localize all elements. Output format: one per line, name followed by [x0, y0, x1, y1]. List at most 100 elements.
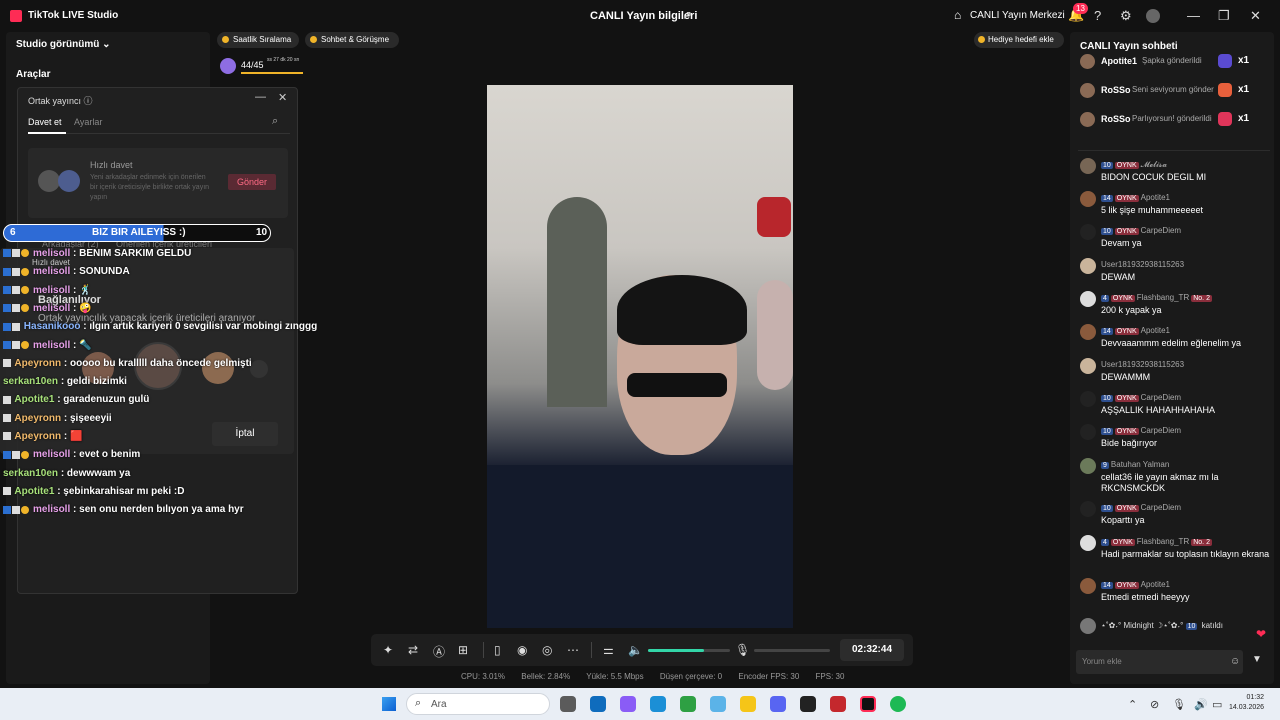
translate-icon[interactable]: ⇄	[408, 643, 418, 657]
volume-tray-icon[interactable]: 🔊	[1194, 698, 1208, 711]
chat-username[interactable]: melisoll	[33, 266, 70, 277]
chat-username[interactable]: melisoll	[33, 285, 70, 296]
video-preview[interactable]	[487, 85, 793, 628]
chat-username[interactable]: melisoll	[33, 340, 70, 351]
chat-username[interactable]: CarpeDiem	[1141, 393, 1181, 402]
discord-icon[interactable]	[770, 696, 786, 712]
cancel-button[interactable]: İptal	[212, 422, 278, 446]
mic-slider[interactable]	[754, 649, 830, 652]
settings-app-icon[interactable]	[710, 696, 726, 712]
more-icon[interactable]: ⋯	[567, 643, 579, 657]
chevron-up-icon[interactable]: ⌃	[1128, 698, 1137, 711]
tiktok-studio-icon[interactable]	[860, 696, 876, 712]
gift-goal-button[interactable]: Hediye hedefi ekle	[974, 32, 1064, 48]
avatar[interactable]	[1080, 324, 1096, 340]
edge-icon[interactable]	[650, 696, 666, 712]
chat-username[interactable]: CarpeDiem	[1141, 503, 1181, 512]
chat-username[interactable]: Apotite1	[14, 394, 54, 405]
ai-icon[interactable]: Ⓐ	[433, 643, 445, 660]
avatar[interactable]	[1080, 291, 1096, 307]
avatar[interactable]	[1080, 578, 1096, 594]
chat-username[interactable]: melisoll	[33, 303, 70, 314]
avatar[interactable]	[1080, 224, 1096, 240]
chat-username[interactable]: Batuhan Yalman	[1111, 460, 1169, 469]
gift-user[interactable]: RoSSo	[1101, 85, 1131, 95]
chat-username[interactable]: CarpeDiem	[1141, 426, 1181, 435]
search-icon[interactable]: ⌕	[272, 115, 278, 128]
copilot-icon[interactable]	[620, 696, 636, 712]
battery-icon[interactable]: ▭	[1212, 698, 1222, 711]
chat-username[interactable]: Apotite1	[1141, 326, 1170, 335]
spotify-icon[interactable]	[890, 696, 906, 712]
chat-username[interactable]: Hasanikooo	[24, 321, 81, 332]
chat-username[interactable]: 𝓜𝓮𝓵𝓲𝓼𝓪	[1141, 160, 1167, 169]
comment-input[interactable]: Yorum ekle	[1076, 650, 1243, 674]
chat-username[interactable]: CarpeDiem	[1141, 226, 1181, 235]
chat-username[interactable]: User181932938115263	[1101, 260, 1184, 269]
gift-user[interactable]: Apotite1	[1101, 56, 1137, 66]
record-icon[interactable]: ◉	[517, 643, 527, 657]
chat-username[interactable]: Apotite1	[14, 486, 54, 497]
avatar[interactable]	[1080, 191, 1096, 207]
chat-text: : 🔦	[73, 339, 92, 351]
chat-username[interactable]: melisoll	[33, 504, 70, 515]
minimize-icon[interactable]: —	[1187, 8, 1200, 23]
avatar[interactable]	[1080, 535, 1096, 551]
chat-username[interactable]: User181932938115263	[1101, 360, 1184, 369]
chat-meet-button[interactable]: Sohbet & Görüşme	[305, 32, 399, 48]
avatar[interactable]	[1080, 258, 1096, 274]
camera-effect-icon[interactable]: ◎	[542, 643, 552, 657]
chat-username[interactable]: Apeyronn	[14, 431, 61, 442]
chat-username[interactable]: Apeyronn	[14, 413, 61, 424]
windows-start-icon[interactable]	[382, 697, 396, 711]
microphone-icon[interactable]: 🎙	[735, 643, 750, 657]
close-icon[interactable]: ✕	[1250, 8, 1261, 24]
help-icon[interactable]: ?	[1094, 8, 1101, 23]
maximize-icon[interactable]: ❐	[1218, 8, 1230, 24]
speaker-icon[interactable]: 🔈	[628, 643, 643, 657]
taskbar-search[interactable]: ⌕ Ara	[406, 693, 550, 715]
clock[interactable]: 01:32 14.03.2026	[1229, 693, 1264, 713]
outlook-icon[interactable]	[590, 696, 606, 712]
chat-username[interactable]: melisoll	[33, 248, 70, 259]
chat-username[interactable]: melisoll	[33, 449, 70, 460]
tab-invite[interactable]: Davet et	[28, 117, 62, 127]
avatar[interactable]	[1146, 9, 1160, 23]
chat-username[interactable]: serkan10en	[3, 468, 58, 479]
avatar[interactable]	[1080, 358, 1096, 374]
media-player-icon[interactable]	[830, 696, 846, 712]
obs-icon[interactable]	[800, 696, 816, 712]
task-view-icon[interactable]	[560, 696, 576, 712]
file-explorer-icon[interactable]	[740, 696, 756, 712]
microphone-tray-icon[interactable]: 🎙	[1172, 698, 1186, 711]
magic-icon[interactable]: ✦	[383, 643, 393, 657]
avatar[interactable]	[1080, 501, 1096, 517]
chat-username[interactable]: Apotite1	[1141, 580, 1170, 589]
filter-icon[interactable]: ▼	[1252, 654, 1262, 665]
chat-username[interactable]: Flashbang_TR	[1137, 537, 1189, 546]
share-icon[interactable]: ↗	[682, 8, 692, 22]
settings-sliders-icon[interactable]: ⚌	[603, 643, 614, 657]
avatar[interactable]	[1080, 391, 1096, 407]
tab-settings[interactable]: Ayarlar	[74, 117, 102, 127]
chat-username[interactable]: Flashbang_TR	[1137, 293, 1189, 302]
studio-view-dropdown[interactable]: Studio görünümü ⌄	[16, 39, 111, 50]
avatar[interactable]	[1080, 158, 1096, 174]
phone-icon[interactable]: ▯	[494, 643, 501, 657]
live-center-link[interactable]: CANLI Yayın Merkezi	[970, 10, 1065, 21]
gear-icon[interactable]: ⚙	[1120, 8, 1132, 24]
emoji-icon[interactable]: ☺	[1230, 656, 1240, 667]
close-icon[interactable]: ✕	[278, 91, 287, 104]
chat-username[interactable]: serkan10en	[3, 376, 58, 387]
network-icon[interactable]: ⊘	[1150, 698, 1159, 711]
chrome-icon[interactable]	[680, 696, 696, 712]
gift-user[interactable]: RoSSo	[1101, 114, 1131, 124]
chat-username[interactable]: Apotite1	[1141, 193, 1170, 202]
avatar[interactable]	[1080, 424, 1096, 440]
add-source-icon[interactable]: ⊞	[458, 643, 468, 657]
avatar[interactable]	[1080, 458, 1096, 474]
chat-username[interactable]: Apeyronn	[14, 358, 61, 369]
minimize-icon[interactable]: —	[255, 91, 266, 103]
send-button[interactable]: Gönder	[228, 174, 276, 190]
hourly-ranking-button[interactable]: Saatlik Sıralama	[217, 32, 299, 48]
